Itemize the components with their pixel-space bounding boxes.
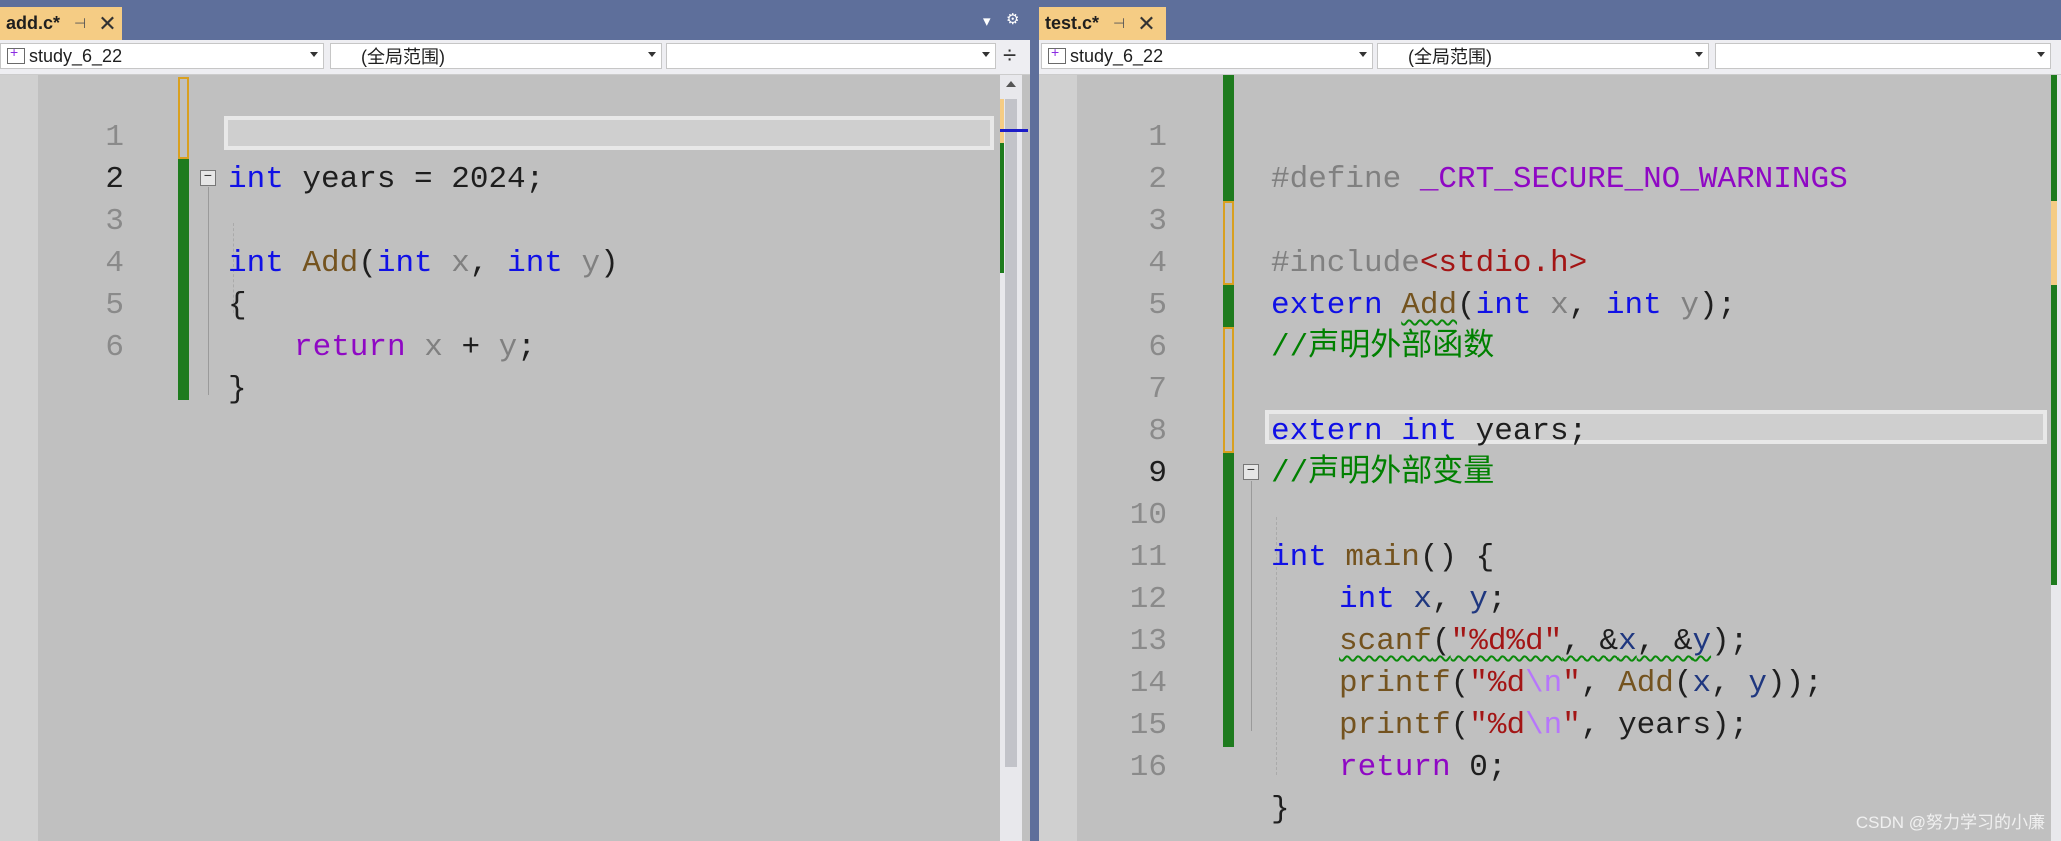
code-line: 13 printf("%d\n", Add(x, y));: [1039, 579, 2061, 701]
left-tabstrip: add.c* ⊣ ✕ ▾ ⚙: [0, 0, 1030, 40]
right-vertical-scrollbar[interactable]: [2051, 75, 2061, 841]
project-combo-value: study_6_22: [1070, 45, 1164, 66]
watermark: CSDN @努力学习的小廉: [1855, 813, 2045, 832]
close-icon[interactable]: ✕: [98, 12, 116, 35]
code-line: 6: [1039, 285, 2061, 365]
chevron-down-icon: [1359, 52, 1367, 57]
code-line: 8 //声明外部变量: [1039, 369, 2061, 491]
scroll-caret-marker: [1000, 129, 1028, 132]
tab-add-c[interactable]: add.c* ⊣ ✕: [0, 7, 122, 40]
code-line: 16 }: [1039, 705, 2061, 827]
code-line: 15 return 0;: [1039, 663, 2061, 785]
brace: }: [228, 372, 247, 407]
keyword-return: return: [294, 330, 406, 365]
chevron-down-icon: [982, 52, 990, 57]
scrollbar-thumb[interactable]: [1005, 99, 1017, 767]
code-line: 2: [0, 117, 1030, 197]
code-line: 4 extern Add(int x, int y);: [1039, 201, 2061, 323]
project-combo[interactable]: study_6_22: [1041, 43, 1373, 69]
semicolon: ;: [517, 330, 536, 365]
left-navigation-bar: study_6_22 (全局范围) ÷: [0, 40, 1030, 75]
chevron-down-icon: [2037, 52, 2045, 57]
tab-title: add.c*: [6, 13, 61, 33]
chevron-down-icon: [1695, 52, 1703, 57]
right-tabstrip: test.c* ⊣ ✕: [1039, 0, 2061, 40]
chevron-down-icon: [310, 52, 318, 57]
tab-title: test.c*: [1045, 13, 1100, 33]
settings-icon[interactable]: ⚙: [1006, 10, 1019, 28]
project-icon: [1048, 44, 1066, 64]
code-line: 2: [1039, 117, 2061, 197]
operator: +: [442, 330, 499, 365]
scope-combo-value: (全局范围): [1408, 47, 1492, 67]
code-line: 3 #include<stdio.h>: [1039, 159, 2061, 281]
scroll-change-marker: [2051, 75, 2057, 201]
code-line: 6 }: [0, 285, 1030, 407]
code-text: 0;: [1450, 750, 1507, 785]
scroll-change-marker: [2051, 285, 2057, 585]
code-line: 5 return x + y;: [0, 243, 1030, 365]
line-number: 6: [105, 330, 124, 365]
scroll-change-marker: [1000, 99, 1004, 143]
project-combo[interactable]: study_6_22: [0, 43, 324, 69]
project-icon: [7, 44, 25, 64]
keyword-return: return: [1339, 750, 1451, 785]
parameter: y: [498, 330, 518, 365]
left-code-editor[interactable]: − 1 int years = 2024; 2 3 int Add(int x,…: [0, 75, 1030, 841]
code-line: 14 printf("%d\n", years);: [1039, 621, 2061, 743]
close-icon[interactable]: ✕: [1137, 12, 1155, 35]
scope-combo[interactable]: (全局范围): [330, 43, 662, 69]
member-combo[interactable]: [1715, 43, 2051, 69]
tab-test-c[interactable]: test.c* ⊣ ✕: [1039, 7, 1166, 40]
pin-icon[interactable]: ⊣: [1113, 15, 1125, 32]
scroll-change-marker: [1000, 143, 1004, 273]
left-vertical-scrollbar[interactable]: [1000, 75, 1028, 841]
code-line: 4 {: [0, 201, 1030, 323]
project-combo-value: study_6_22: [29, 45, 123, 66]
code-line: 1 #define _CRT_SECURE_NO_WARNINGS: [1039, 75, 2061, 197]
pin-icon[interactable]: ⊣: [74, 15, 86, 32]
split-window-icon[interactable]: ÷: [1003, 42, 1016, 70]
code-line: 11 int x, y;: [1039, 495, 2061, 617]
brace: }: [1271, 792, 1290, 827]
code-line: 10 int main() {: [1039, 453, 2061, 575]
code-line: 9: [1039, 411, 2061, 491]
right-navigation-bar: study_6_22 (全局范围): [1039, 40, 2061, 75]
code-line: 1 int years = 2024;: [0, 75, 1030, 197]
scroll-change-marker: [2051, 201, 2057, 285]
left-editor-pane: add.c* ⊣ ✕ ▾ ⚙ study_6_22 (全局范围) ÷ −: [0, 0, 1030, 841]
pane-divider[interactable]: [1030, 0, 1039, 841]
line-number: 16: [1129, 750, 1167, 785]
scope-combo-value: (全局范围): [361, 47, 445, 67]
scope-combo[interactable]: (全局范围): [1377, 43, 1709, 69]
chevron-down-icon: [648, 52, 656, 57]
code-line: 7 extern int years;: [1039, 327, 2061, 449]
parameter: x: [424, 330, 443, 365]
tab-list-dropdown-icon[interactable]: ▾: [983, 12, 991, 30]
right-code-editor[interactable]: − 1 #define _CRT_SECURE_NO_WARNINGS 2 3 …: [1039, 75, 2061, 841]
code-line: 5 //声明外部函数: [1039, 243, 2061, 365]
code-line: 12 scanf("%d%d", &x, &y);: [1039, 537, 2061, 659]
scroll-up-icon[interactable]: [1006, 81, 1016, 87]
right-editor-pane: test.c* ⊣ ✕ study_6_22 (全局范围) −: [1039, 0, 2061, 841]
code-line: 3 int Add(int x, int y): [0, 159, 1030, 281]
member-combo[interactable]: [666, 43, 996, 69]
